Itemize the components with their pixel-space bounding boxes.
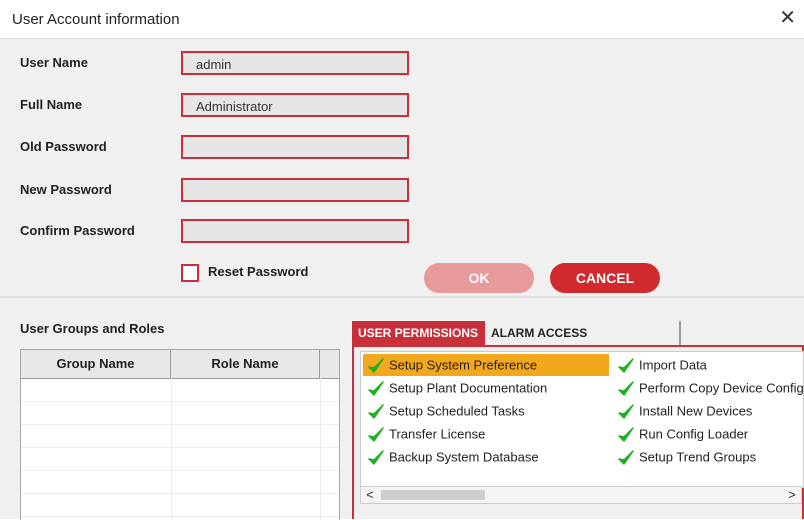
checkmark-icon [618,403,634,419]
new-password-field[interactable] [181,178,409,202]
permission-item[interactable]: Perform Copy Device Config [613,377,804,399]
checkmark-icon [368,426,384,442]
permission-item[interactable]: Backup System Database [363,446,609,468]
permission-label: Perform Copy Device Config [639,380,804,396]
checkmark-icon [368,403,384,419]
permission-label: Run Config Loader [639,426,749,442]
scroll-left-icon[interactable]: < [361,487,379,503]
column-header-role-name[interactable]: Role Name [171,350,320,378]
table-row[interactable] [21,378,339,402]
permission-item[interactable]: Setup Plant Documentation [363,377,609,399]
confirm-password-label: Confirm Password [20,223,135,238]
full-name-label: Full Name [20,97,83,112]
dialog-content: User Name admin Full Name Administrator … [0,39,804,520]
permission-label: Transfer License [389,426,486,442]
permission-label: Backup System Database [389,449,539,465]
table-row[interactable] [21,424,339,448]
permission-item[interactable]: Import Data [613,354,803,376]
permission-item[interactable]: Setup System Preference [363,354,609,376]
checkmark-icon [618,357,634,373]
table-row[interactable] [21,493,339,517]
groups-table: Group Name Role Name [20,349,340,520]
close-icon[interactable]: ✕ [779,8,796,28]
permission-label: Setup System Preference [389,357,538,373]
permissions-list: Setup System Preference Import Data Setup … [360,351,804,488]
permission-label: Import Data [639,357,707,373]
table-row[interactable] [21,401,339,425]
user-name-field[interactable]: admin [181,51,409,75]
checkmark-icon [368,357,384,373]
old-password-label: Old Password [20,139,107,154]
checkmark-icon [618,426,634,442]
confirm-password-field[interactable] [181,219,409,243]
permission-item[interactable]: Transfer License [363,423,609,445]
checkmark-icon [368,380,384,396]
permission-item[interactable]: Setup Trend Groups [613,446,803,468]
table-row[interactable] [21,447,339,471]
reset-password-label: Reset Password [208,264,309,279]
permission-item[interactable]: Run Config Loader [613,423,803,445]
user-name-label: User Name [20,55,88,70]
tab-alarm-access-permissions[interactable]: ALARM ACCESS PERMISSIONS [485,321,681,364]
ok-button[interactable]: OK [424,263,534,293]
groups-table-header: Group Name Role Name [21,350,339,379]
table-row[interactable] [21,470,339,494]
divider [0,296,804,298]
permission-item[interactable]: Install New Devices [613,400,803,422]
permissions-panel: Setup System Preference Import Data Setup … [352,345,804,519]
permission-label: Setup Plant Documentation [389,380,548,396]
full-name-field[interactable]: Administrator [181,93,409,117]
cancel-button[interactable]: CANCEL [550,263,660,293]
old-password-field[interactable] [181,135,409,159]
scroll-right-icon[interactable]: > [783,487,801,503]
horizontal-scrollbar[interactable]: < > [360,486,802,504]
scroll-thumb[interactable] [381,490,485,500]
window-title: User Account information [12,11,180,28]
permission-label: Install New Devices [639,403,753,419]
checkmark-icon [618,449,634,465]
permission-label: Setup Trend Groups [639,449,757,465]
column-header-group-name[interactable]: Group Name [21,350,171,378]
groups-title: User Groups and Roles [20,321,165,336]
checkmark-icon [618,380,634,396]
permission-item[interactable]: Setup Scheduled Tasks [363,400,609,422]
checkmark-icon [368,449,384,465]
permission-label: Setup Scheduled Tasks [389,403,525,419]
title-bar: User Account information ✕ [0,0,804,39]
tab-user-permissions[interactable]: USER PERMISSIONS [352,321,485,345]
new-password-label: New Password [20,182,112,197]
reset-password-checkbox[interactable] [181,264,199,282]
